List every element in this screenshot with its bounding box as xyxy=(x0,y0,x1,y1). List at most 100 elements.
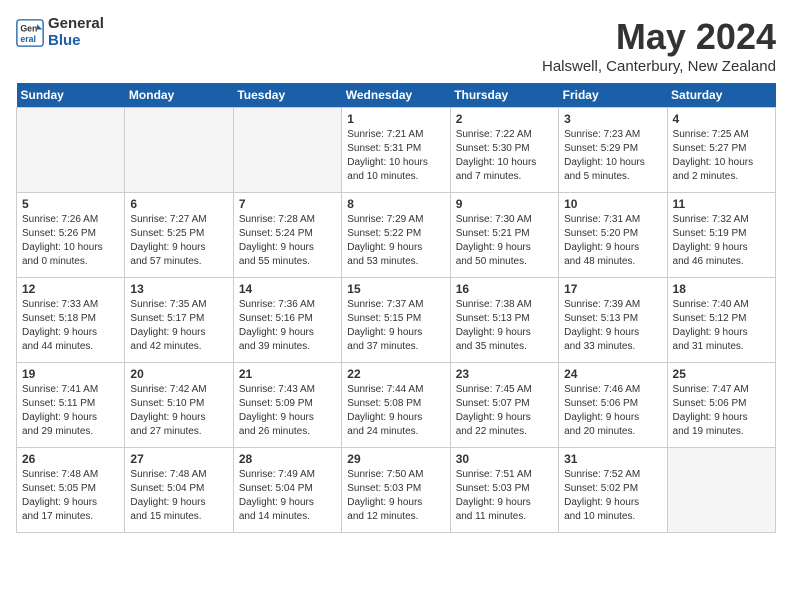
calendar-cell: 10 Sunrise: 7:31 AM Sunset: 5:20 PM Dayli… xyxy=(559,193,667,278)
cell-info: Sunrise: 7:43 AM Sunset: 5:09 PM Dayligh… xyxy=(239,383,336,439)
calendar-cell: 23 Sunrise: 7:45 AM Sunset: 5:07 PM Dayli… xyxy=(450,363,558,448)
calendar-cell: 15 Sunrise: 7:37 AM Sunset: 5:15 PM Dayli… xyxy=(342,278,450,363)
day-number: 20 xyxy=(130,367,227,381)
title-area: May 2024 Halswell, Canterbury, New Zeala… xyxy=(542,16,776,75)
cell-info: Sunrise: 7:49 AM Sunset: 5:04 PM Dayligh… xyxy=(239,468,336,524)
logo-general: General xyxy=(48,16,104,33)
day-number: 29 xyxy=(347,452,444,466)
day-number: 30 xyxy=(456,452,553,466)
day-number: 14 xyxy=(239,282,336,296)
day-number: 23 xyxy=(456,367,553,381)
week-row-0: 1 Sunrise: 7:21 AM Sunset: 5:31 PM Daylig… xyxy=(17,108,776,193)
day-number: 16 xyxy=(456,282,553,296)
location-title: Halswell, Canterbury, New Zealand xyxy=(542,58,776,75)
calendar-cell: 12 Sunrise: 7:33 AM Sunset: 5:18 PM Dayli… xyxy=(17,278,125,363)
calendar-cell: 1 Sunrise: 7:21 AM Sunset: 5:31 PM Daylig… xyxy=(342,108,450,193)
day-number: 2 xyxy=(456,112,553,126)
cell-info: Sunrise: 7:21 AM Sunset: 5:31 PM Dayligh… xyxy=(347,128,444,184)
cell-info: Sunrise: 7:40 AM Sunset: 5:12 PM Dayligh… xyxy=(673,298,770,354)
cell-info: Sunrise: 7:36 AM Sunset: 5:16 PM Dayligh… xyxy=(239,298,336,354)
calendar-cell: 13Sunrise: 7:35 AM Sunset: 5:17 PM Dayli… xyxy=(125,278,233,363)
cell-info: Sunrise: 7:50 AM Sunset: 5:03 PM Dayligh… xyxy=(347,468,444,524)
calendar-cell: 25 Sunrise: 7:47 AM Sunset: 5:06 PM Dayli… xyxy=(667,363,775,448)
day-header-tuesday: Tuesday xyxy=(233,83,341,108)
cell-info: Sunrise: 7:37 AM Sunset: 5:15 PM Dayligh… xyxy=(347,298,444,354)
cell-info: Sunrise: 7:48 AM Sunset: 5:04 PM Dayligh… xyxy=(130,468,227,524)
calendar-cell: 21 Sunrise: 7:43 AM Sunset: 5:09 PM Dayli… xyxy=(233,363,341,448)
day-number: 4 xyxy=(673,112,770,126)
calendar-cell: 8 Sunrise: 7:29 AM Sunset: 5:22 PM Daylig… xyxy=(342,193,450,278)
day-header-monday: Monday xyxy=(125,83,233,108)
cell-info: Sunrise: 7:52 AM Sunset: 5:02 PM Dayligh… xyxy=(564,468,661,524)
day-number: 15 xyxy=(347,282,444,296)
cell-info: Sunrise: 7:38 AM Sunset: 5:13 PM Dayligh… xyxy=(456,298,553,354)
calendar-cell: 18Sunrise: 7:40 AM Sunset: 5:12 PM Dayli… xyxy=(667,278,775,363)
logo-icon: Gen eral xyxy=(16,19,44,47)
cell-info: Sunrise: 7:44 AM Sunset: 5:08 PM Dayligh… xyxy=(347,383,444,439)
day-number: 10 xyxy=(564,197,661,211)
calendar-cell: 4Sunrise: 7:25 AM Sunset: 5:27 PM Daylig… xyxy=(667,108,775,193)
day-number: 9 xyxy=(456,197,553,211)
day-number: 31 xyxy=(564,452,661,466)
calendar-cell: 6Sunrise: 7:27 AM Sunset: 5:25 PM Daylig… xyxy=(125,193,233,278)
cell-info: Sunrise: 7:26 AM Sunset: 5:26 PM Dayligh… xyxy=(22,213,119,269)
calendar-cell: 19Sunrise: 7:41 AM Sunset: 5:11 PM Dayli… xyxy=(17,363,125,448)
calendar-cell xyxy=(233,108,341,193)
day-number: 27 xyxy=(130,452,227,466)
day-number: 8 xyxy=(347,197,444,211)
week-row-1: 5 Sunrise: 7:26 AM Sunset: 5:26 PM Daylig… xyxy=(17,193,776,278)
cell-info: Sunrise: 7:32 AM Sunset: 5:19 PM Dayligh… xyxy=(673,213,770,269)
calendar-cell: 16 Sunrise: 7:38 AM Sunset: 5:13 PM Dayli… xyxy=(450,278,558,363)
calendar-cell: 14 Sunrise: 7:36 AM Sunset: 5:16 PM Dayli… xyxy=(233,278,341,363)
day-number: 22 xyxy=(347,367,444,381)
day-header-friday: Friday xyxy=(559,83,667,108)
cell-info: Sunrise: 7:33 AM Sunset: 5:18 PM Dayligh… xyxy=(22,298,119,354)
calendar-cell: 22 Sunrise: 7:44 AM Sunset: 5:08 PM Dayli… xyxy=(342,363,450,448)
logo: Gen eral General Blue xyxy=(16,16,104,49)
svg-text:eral: eral xyxy=(20,33,36,43)
cell-info: Sunrise: 7:42 AM Sunset: 5:10 PM Dayligh… xyxy=(130,383,227,439)
cell-info: Sunrise: 7:46 AM Sunset: 5:06 PM Dayligh… xyxy=(564,383,661,439)
day-number: 3 xyxy=(564,112,661,126)
day-number: 7 xyxy=(239,197,336,211)
cell-info: Sunrise: 7:31 AM Sunset: 5:20 PM Dayligh… xyxy=(564,213,661,269)
calendar-cell xyxy=(667,448,775,533)
day-number: 11 xyxy=(673,197,770,211)
day-header-wednesday: Wednesday xyxy=(342,83,450,108)
calendar-cell: 17 Sunrise: 7:39 AM Sunset: 5:13 PM Dayli… xyxy=(559,278,667,363)
cell-info: Sunrise: 7:28 AM Sunset: 5:24 PM Dayligh… xyxy=(239,213,336,269)
week-row-3: 19Sunrise: 7:41 AM Sunset: 5:11 PM Dayli… xyxy=(17,363,776,448)
cell-info: Sunrise: 7:41 AM Sunset: 5:11 PM Dayligh… xyxy=(22,383,119,439)
calendar-cell: 30Sunrise: 7:51 AM Sunset: 5:03 PM Dayli… xyxy=(450,448,558,533)
cell-info: Sunrise: 7:45 AM Sunset: 5:07 PM Dayligh… xyxy=(456,383,553,439)
cell-info: Sunrise: 7:30 AM Sunset: 5:21 PM Dayligh… xyxy=(456,213,553,269)
calendar-cell: 27 Sunrise: 7:48 AM Sunset: 5:04 PM Dayli… xyxy=(125,448,233,533)
cell-info: Sunrise: 7:23 AM Sunset: 5:29 PM Dayligh… xyxy=(564,128,661,184)
logo-text: General Blue xyxy=(48,16,104,49)
calendar-cell: 29 Sunrise: 7:50 AM Sunset: 5:03 PM Dayli… xyxy=(342,448,450,533)
calendar-cell: 5 Sunrise: 7:26 AM Sunset: 5:26 PM Daylig… xyxy=(17,193,125,278)
calendar-table: SundayMondayTuesdayWednesdayThursdayFrid… xyxy=(16,83,776,533)
calendar-cell: 24Sunrise: 7:46 AM Sunset: 5:06 PM Dayli… xyxy=(559,363,667,448)
day-number: 21 xyxy=(239,367,336,381)
week-row-2: 12 Sunrise: 7:33 AM Sunset: 5:18 PM Dayli… xyxy=(17,278,776,363)
calendar-cell: 9 Sunrise: 7:30 AM Sunset: 5:21 PM Daylig… xyxy=(450,193,558,278)
day-number: 5 xyxy=(22,197,119,211)
cell-info: Sunrise: 7:29 AM Sunset: 5:22 PM Dayligh… xyxy=(347,213,444,269)
cell-info: Sunrise: 7:22 AM Sunset: 5:30 PM Dayligh… xyxy=(456,128,553,184)
cell-info: Sunrise: 7:39 AM Sunset: 5:13 PM Dayligh… xyxy=(564,298,661,354)
calendar-cell xyxy=(125,108,233,193)
day-number: 1 xyxy=(347,112,444,126)
day-number: 25 xyxy=(673,367,770,381)
cell-info: Sunrise: 7:27 AM Sunset: 5:25 PM Dayligh… xyxy=(130,213,227,269)
cell-info: Sunrise: 7:47 AM Sunset: 5:06 PM Dayligh… xyxy=(673,383,770,439)
calendar-cell: 2 Sunrise: 7:22 AM Sunset: 5:30 PM Daylig… xyxy=(450,108,558,193)
calendar-cell xyxy=(17,108,125,193)
day-header-thursday: Thursday xyxy=(450,83,558,108)
day-number: 28 xyxy=(239,452,336,466)
day-number: 13 xyxy=(130,282,227,296)
day-number: 26 xyxy=(22,452,119,466)
svg-text:Gen: Gen xyxy=(20,23,37,33)
day-number: 12 xyxy=(22,282,119,296)
day-number: 17 xyxy=(564,282,661,296)
